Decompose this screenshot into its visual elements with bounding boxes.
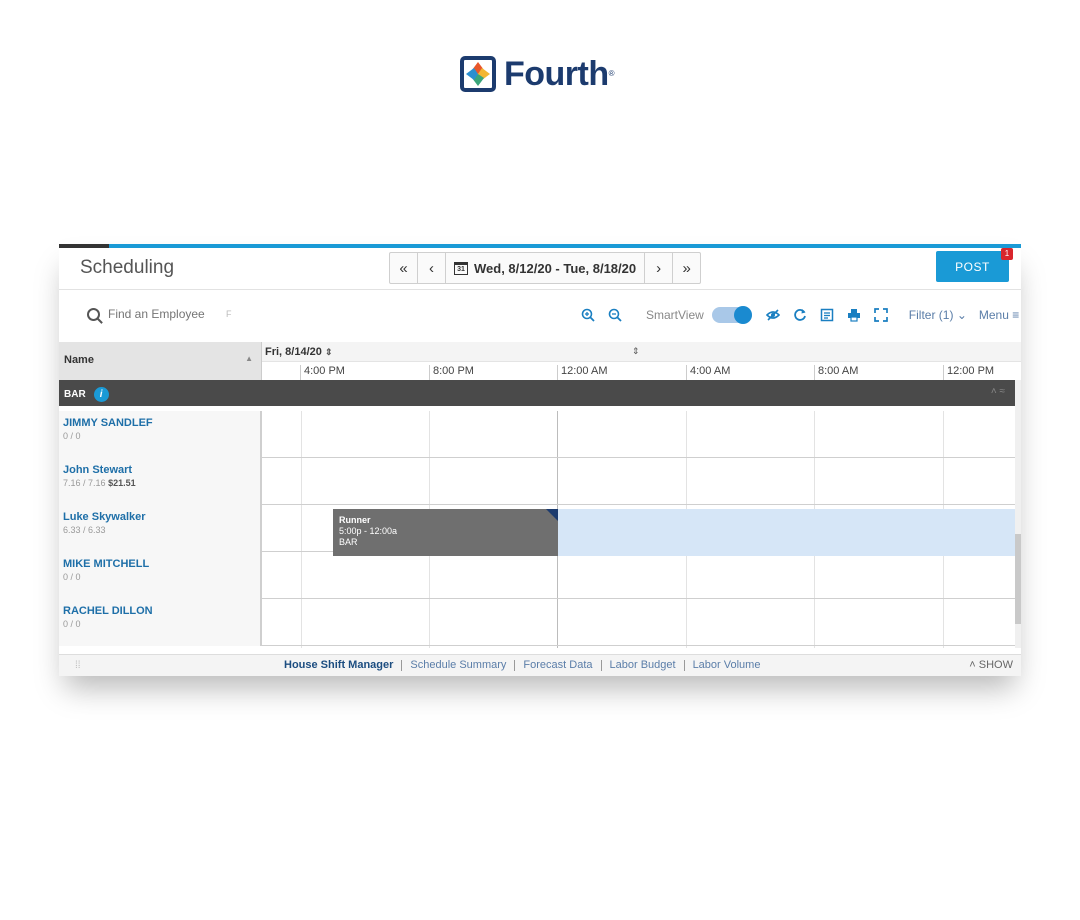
tab-schedule-summary[interactable]: Schedule Summary xyxy=(402,660,516,671)
hour-ruler: 4:00 PM 8:00 PM 12:00 AM 4:00 AM 8:00 AM… xyxy=(262,361,1021,381)
tab-labor-volume[interactable]: Labor Volume xyxy=(685,660,769,671)
group-row-bar[interactable]: BAR i ˄ ≈ xyxy=(59,380,1015,406)
page-title: Scheduling xyxy=(80,257,175,278)
tab-labor-budget[interactable]: Labor Budget xyxy=(602,660,685,671)
fullscreen-icon[interactable] xyxy=(873,308,888,322)
sort-icon[interactable]: ▲ xyxy=(245,354,253,363)
group-label: BAR i xyxy=(64,387,109,402)
smartview-toggle[interactable] xyxy=(711,306,752,324)
employee-search-input[interactable] xyxy=(108,307,218,321)
employee-hours: 7.16 / 7.16 $21.51 xyxy=(63,478,136,488)
table-row: John Stewart 7.16 / 7.16 $21.51 xyxy=(59,458,1015,505)
employee-name[interactable]: John Stewart xyxy=(63,464,256,476)
prev-week-button[interactable]: ‹ xyxy=(418,253,446,283)
date-range-label: Wed, 8/12/20 - Tue, 8/18/20 xyxy=(474,260,637,276)
chevron-down-icon: ⌄ xyxy=(956,308,967,322)
refresh-icon[interactable] xyxy=(793,308,807,322)
employee-cell[interactable]: Luke Skywalker 6.33 / 6.33 xyxy=(59,505,262,552)
name-column-label: Name xyxy=(64,354,94,366)
zoom-in-icon[interactable] xyxy=(581,308,595,322)
employee-name[interactable]: RACHEL DILLON xyxy=(63,605,256,617)
shift-department: BAR xyxy=(339,537,358,547)
scrollbar-thumb[interactable] xyxy=(1015,534,1021,624)
shift-block[interactable]: Runner 5:00p - 12:00a BAR xyxy=(333,509,558,556)
first-week-button[interactable]: « xyxy=(390,253,418,283)
print-icon[interactable] xyxy=(847,308,861,322)
employee-cell[interactable]: John Stewart 7.16 / 7.16 $21.51 xyxy=(59,458,262,505)
footer-tabs: House Shift Manager Schedule Summary For… xyxy=(284,660,768,671)
date-range-picker[interactable]: 31 Wed, 8/12/20 - Tue, 8/18/20 xyxy=(446,253,644,283)
tab-house-shift-manager[interactable]: House Shift Manager xyxy=(284,660,403,671)
info-icon[interactable]: i xyxy=(93,387,109,402)
hour-label: 8:00 PM xyxy=(429,365,474,381)
employee-hours: 0 / 0 xyxy=(63,572,81,582)
post-button[interactable]: POST xyxy=(936,251,1009,282)
employee-name[interactable]: JIMMY SANDLEF xyxy=(63,417,256,429)
timeline-header: Fri, 8/14/20 ⇕ ⇕ 4:00 PM 8:00 PM 12:00 A… xyxy=(262,342,1021,381)
search-icon xyxy=(87,307,100,321)
hide-icon[interactable] xyxy=(765,308,780,322)
table-row: RACHEL DILLON 0 / 0 xyxy=(59,599,1015,646)
smartview-label: SmartView xyxy=(646,308,704,322)
scheduling-app: Scheduling « ‹ 31 Wed, 8/12/20 - Tue, 8/… xyxy=(59,244,1021,676)
shift-time: 5:00p - 12:00a xyxy=(339,526,398,536)
employee-hours: 0 / 0 xyxy=(63,619,81,629)
name-column-header[interactable]: Name ▲ xyxy=(59,342,262,380)
calendar-icon: 31 xyxy=(454,261,468,275)
hour-label: 4:00 PM xyxy=(300,365,345,381)
app-header: Scheduling « ‹ 31 Wed, 8/12/20 - Tue, 8/… xyxy=(59,248,1021,290)
fourth-logo-icon xyxy=(460,56,496,92)
table-row: MIKE MITCHELL 0 / 0 xyxy=(59,552,1015,599)
employee-cell[interactable]: MIKE MITCHELL 0 / 0 xyxy=(59,552,262,599)
menu-label: Menu xyxy=(978,308,1009,322)
employee-hours: 6.33 / 6.33 xyxy=(63,525,106,535)
hour-label: 4:00 AM xyxy=(686,365,730,381)
toolbar: F SmartView xyxy=(59,291,1021,342)
fourth-logo-text: Fourth® xyxy=(504,55,615,93)
tab-forecast-data[interactable]: Forecast Data xyxy=(515,660,602,671)
next-week-button[interactable]: › xyxy=(644,253,672,283)
hour-label: 12:00 PM xyxy=(943,365,994,381)
day-sort-icon: ⇕ xyxy=(324,347,333,357)
day-label: Fri, 8/14/20 ⇕ xyxy=(265,346,333,358)
filter-dropdown[interactable]: Filter (1) ⌄ xyxy=(909,308,967,322)
hour-label: 12:00 AM xyxy=(557,365,607,381)
hour-label: 8:00 AM xyxy=(814,365,858,381)
toolbar-actions: SmartView Filter (1) ⌄ Menu ≡ xyxy=(581,305,1019,325)
hamburger-icon: ≡ xyxy=(1012,308,1020,322)
employee-search: F xyxy=(87,307,232,321)
employee-hours: 0 / 0 xyxy=(63,431,81,441)
date-navigator: « ‹ 31 Wed, 8/12/20 - Tue, 8/18/20 › » xyxy=(389,252,702,284)
smartview-toggle-knob xyxy=(733,306,752,324)
availability-highlight[interactable] xyxy=(558,509,1015,556)
shift-role: Runner xyxy=(339,515,371,525)
chevron-up-icon: ˄ xyxy=(969,659,976,671)
show-panel-button[interactable]: ˄ SHOW xyxy=(969,659,1013,671)
filter-label: Filter (1) xyxy=(908,308,954,322)
search-shortcut-hint: F xyxy=(226,309,232,319)
employee-cost: $21.51 xyxy=(108,478,136,488)
grip-icon[interactable]: ⁞⁞ xyxy=(75,660,81,671)
employee-name[interactable]: Luke Skywalker xyxy=(63,511,256,523)
footer-tabs-bar: ⁞⁞ House Shift Manager Schedule Summary … xyxy=(59,654,1021,676)
collapse-icon[interactable]: ˄ ≈ xyxy=(991,386,1005,397)
employee-cell[interactable]: RACHEL DILLON 0 / 0 xyxy=(59,599,262,646)
post-notification-badge: 1 xyxy=(1001,248,1013,260)
employee-name[interactable]: MIKE MITCHELL xyxy=(63,558,256,570)
fourth-logo: Fourth® xyxy=(460,55,615,93)
last-week-button[interactable]: » xyxy=(672,253,700,283)
timeline-resize-icon[interactable]: ⇕ xyxy=(632,346,640,357)
shift-corner-marker xyxy=(546,509,558,521)
table-row: JIMMY SANDLEF 0 / 0 xyxy=(59,411,1015,458)
zoom-out-icon[interactable] xyxy=(608,308,622,322)
menu-button[interactable]: Menu ≡ xyxy=(979,308,1019,322)
report-icon[interactable] xyxy=(820,308,834,322)
employee-cell[interactable]: JIMMY SANDLEF 0 / 0 xyxy=(59,411,262,458)
